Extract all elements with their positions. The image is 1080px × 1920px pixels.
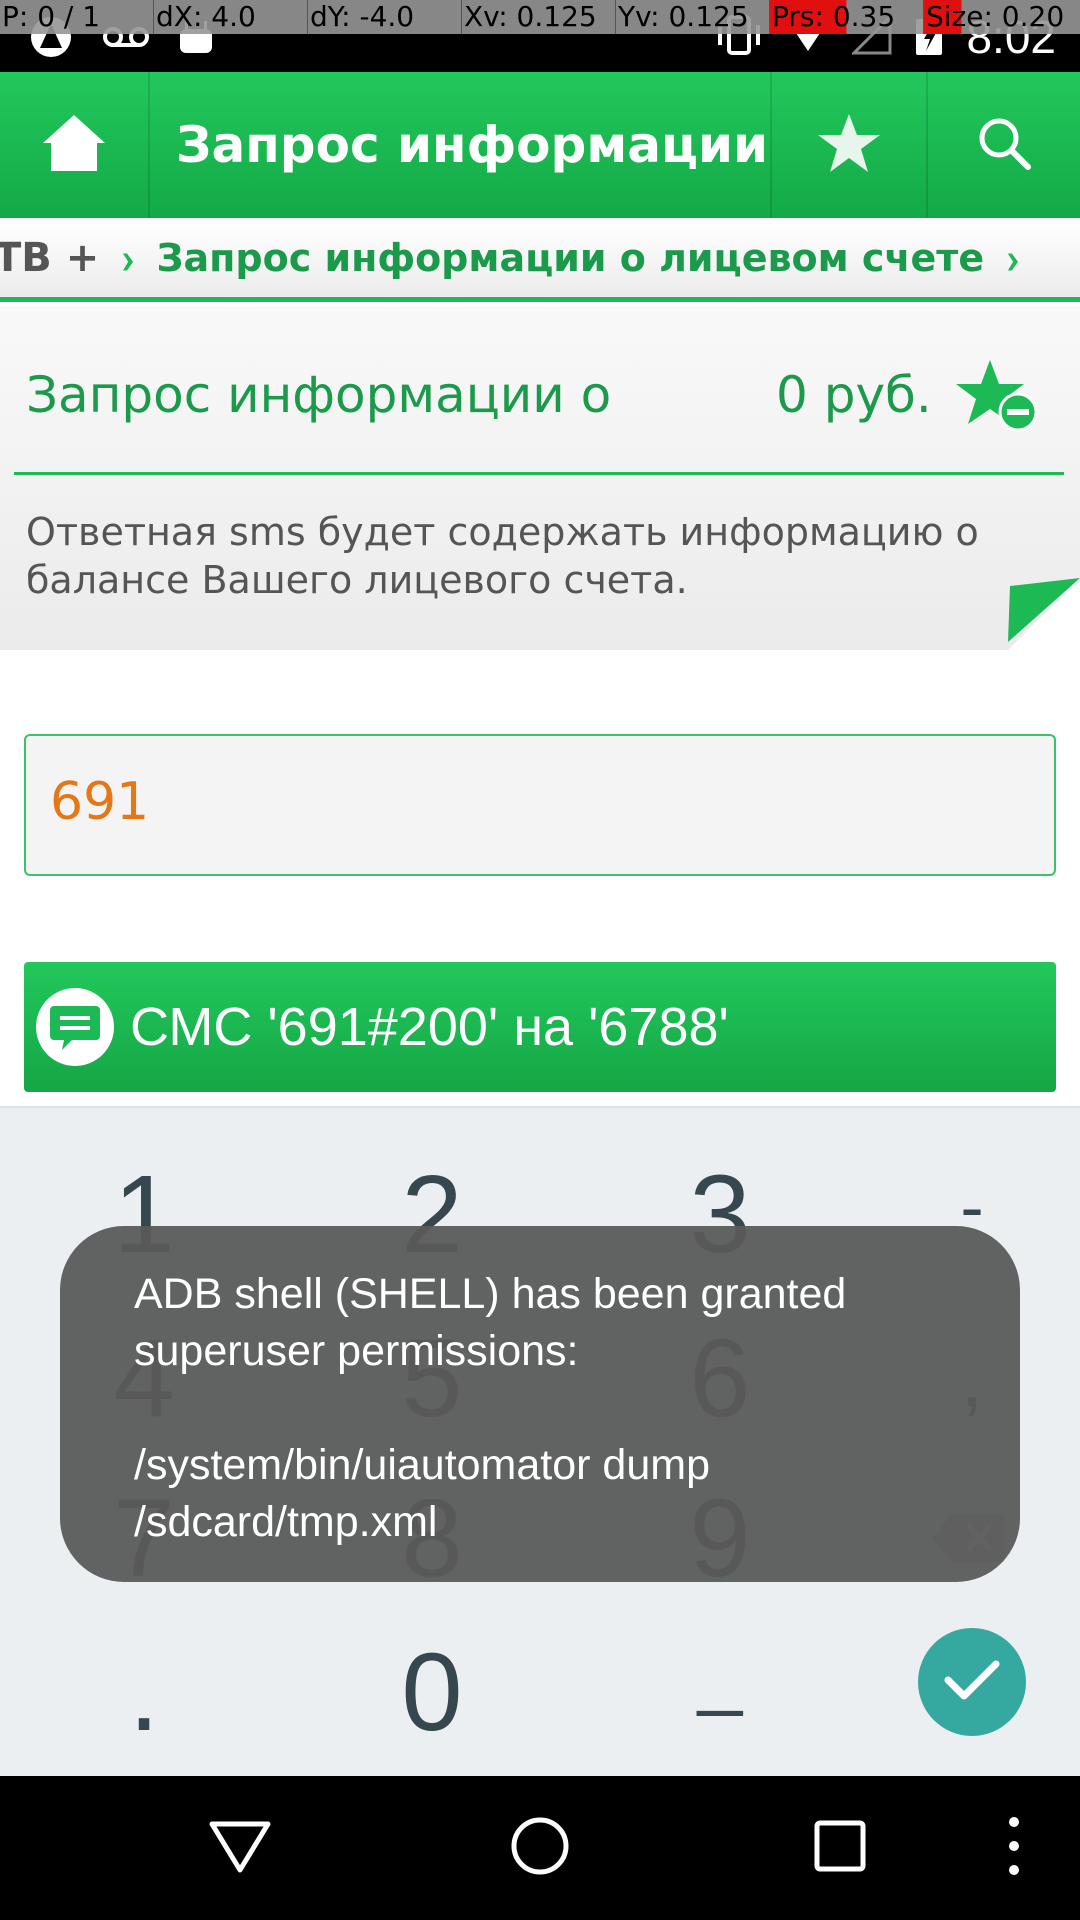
expand-corner-icon[interactable]: [1006, 578, 1080, 650]
send-sms-label: СМС '691#200' на '6788': [130, 997, 729, 1057]
search-icon: [976, 115, 1032, 175]
home-icon: [39, 111, 109, 179]
pointer-yv: Yv: 0.125: [616, 0, 770, 34]
service-title: Запрос информации о: [26, 366, 612, 424]
recents-button[interactable]: [804, 1812, 876, 1884]
done-key[interactable]: [918, 1628, 1026, 1736]
back-button[interactable]: [204, 1812, 276, 1884]
service-price: 0 руб.: [776, 366, 932, 424]
toast-text: ADB shell (SHELL) has been granted super…: [134, 1270, 847, 1546]
toast-message: ADB shell (SHELL) has been granted super…: [60, 1226, 1020, 1582]
home-nav-button[interactable]: [504, 1812, 576, 1884]
star-icon: [816, 112, 882, 178]
breadcrumb-item-previous[interactable]: ТВ +: [0, 235, 99, 281]
pointer-count: P: 0 / 1: [0, 0, 154, 34]
pointer-xv: Xv: 0.125: [462, 0, 616, 34]
menu-button[interactable]: [984, 1812, 1044, 1884]
service-description: Ответная sms будет содержать информацию …: [26, 510, 979, 602]
pointer-dy: dY: -4.0: [308, 0, 462, 34]
chevron-right-icon: ›: [121, 231, 135, 284]
key-underscore[interactable]: _: [640, 1608, 800, 1738]
pointer-location-overlay: P: 0 / 1 dX: 4.0 dY: -4.0 Xv: 0.125 Yv: …: [0, 0, 1080, 34]
pointer-dx: dX: 4.0: [154, 0, 308, 34]
pointer-pressure: Prs: 0.35: [770, 0, 924, 34]
more-vertical-icon: [1008, 1816, 1020, 1880]
account-number-input[interactable]: 691: [24, 734, 1056, 876]
remove-favorite-button[interactable]: [954, 358, 1040, 438]
check-icon: [944, 1658, 1000, 1706]
divider: [14, 472, 1064, 475]
navigation-bar: [0, 1776, 1080, 1920]
send-sms-button[interactable]: СМС '691#200' на '6788': [24, 962, 1056, 1092]
favorite-button[interactable]: [772, 72, 928, 218]
screen: 8:02 P: 0 / 1 dX: 4.0 dY: -4.0 Xv: 0.125…: [0, 0, 1080, 1920]
home-button[interactable]: [0, 72, 150, 218]
sms-icon: [36, 988, 114, 1066]
search-button[interactable]: [928, 72, 1080, 218]
key-0[interactable]: 0: [352, 1628, 512, 1758]
page-title: Запрос информации ...: [150, 72, 772, 218]
pointer-size: Size: 0.20: [924, 0, 1080, 34]
breadcrumb-item-current[interactable]: Запрос информации о лицевом счете: [157, 236, 985, 280]
key-period[interactable]: .: [64, 1628, 224, 1758]
status-bar: 8:02 P: 0 / 1 dX: 4.0 dY: -4.0 Xv: 0.125…: [0, 0, 1080, 72]
home-circle-icon: [510, 1816, 570, 1880]
app-bar: Запрос информации ...: [0, 72, 1080, 218]
chevron-right-icon: ›: [1006, 231, 1020, 284]
star-remove-icon: [954, 360, 1040, 438]
recents-icon: [814, 1820, 866, 1876]
back-icon: [208, 1818, 272, 1878]
service-card: Запрос информации о 0 руб. Ответная sms …: [0, 306, 1080, 650]
account-number-value: 691: [50, 772, 150, 832]
breadcrumb: ТВ + › Запрос информации о лицевом счете…: [0, 218, 1080, 302]
